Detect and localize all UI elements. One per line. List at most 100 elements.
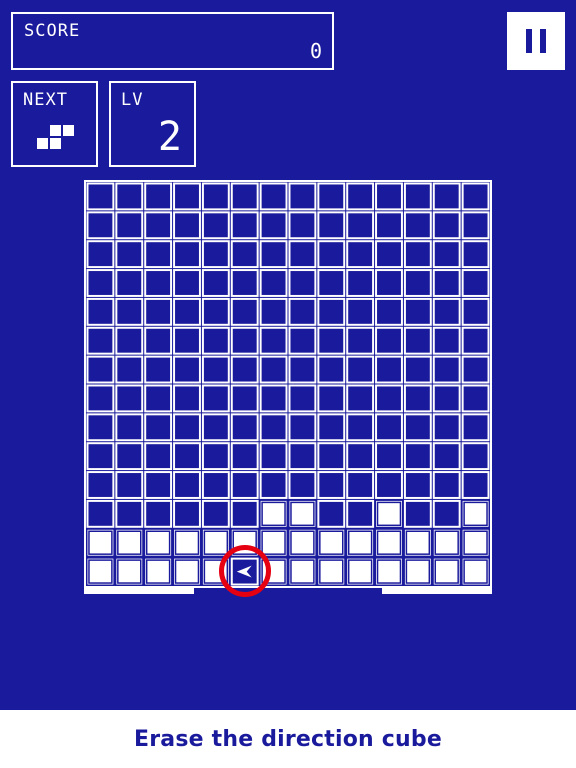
board-cell <box>115 240 144 269</box>
board-cell <box>432 355 461 384</box>
board-block-inner <box>290 559 315 584</box>
board-cell <box>173 297 201 326</box>
board-cell <box>173 269 201 297</box>
board-cell <box>201 442 230 471</box>
board-cell <box>317 297 346 326</box>
board-cell <box>144 326 173 355</box>
board-cell <box>317 182 346 211</box>
board-cell <box>288 413 317 442</box>
board-cell <box>259 413 288 442</box>
board-block-inner <box>347 559 373 584</box>
board-cell <box>201 326 230 355</box>
board-cell <box>375 297 403 326</box>
board-cell <box>115 211 144 240</box>
board-cell <box>403 240 432 269</box>
board-cell <box>432 269 461 297</box>
board-cell <box>230 471 259 499</box>
board-cell <box>346 499 375 528</box>
board-block-inner <box>117 559 142 584</box>
pause-button[interactable] <box>507 12 565 70</box>
board-block-inner <box>203 559 229 584</box>
board-cell <box>375 384 403 413</box>
board-cell <box>230 182 259 211</box>
board-cell <box>173 355 201 384</box>
board-cell <box>144 499 173 528</box>
board-cell <box>403 384 432 413</box>
board-block-inner <box>434 530 459 555</box>
board-cell <box>432 326 461 355</box>
board-cell <box>288 384 317 413</box>
next-piece-block <box>63 125 74 136</box>
board-cell <box>173 326 201 355</box>
board-cell <box>375 355 403 384</box>
board-cell <box>346 269 375 297</box>
board-cell <box>403 182 432 211</box>
board-block-inner <box>463 501 488 527</box>
board-cell <box>346 471 375 499</box>
next-piece-preview <box>37 125 77 153</box>
board-cell <box>86 211 115 240</box>
board-cell <box>201 240 230 269</box>
board-cell <box>403 355 432 384</box>
board-cell <box>432 499 461 528</box>
board-block-inner <box>261 530 286 555</box>
board-cell <box>144 442 173 471</box>
board-block-inner <box>117 530 142 555</box>
board-cell <box>259 326 288 355</box>
level-label: LV <box>121 90 144 110</box>
board-cell <box>115 355 144 384</box>
board-block-inner <box>145 530 171 555</box>
board-cell <box>259 471 288 499</box>
board-cell <box>432 297 461 326</box>
board-cell <box>230 499 259 528</box>
board-cell <box>201 211 230 240</box>
board-block-inner <box>347 530 373 555</box>
board-cell <box>115 471 144 499</box>
next-piece-block <box>50 125 61 136</box>
board-cell <box>317 240 346 269</box>
board-cell <box>230 297 259 326</box>
board-cell <box>173 182 201 211</box>
board-cell <box>375 326 403 355</box>
board-cell <box>403 297 432 326</box>
board-cell <box>403 269 432 297</box>
board-cell <box>144 182 173 211</box>
board-cell <box>317 499 346 528</box>
board-cell <box>403 499 432 528</box>
board-cell <box>173 413 201 442</box>
board-cell <box>230 413 259 442</box>
board-cell <box>201 471 230 499</box>
board-cell <box>432 182 461 211</box>
board-cell <box>173 442 201 471</box>
board-cell <box>375 442 403 471</box>
board-cell <box>432 471 461 499</box>
next-piece-panel: NEXT <box>11 81 98 167</box>
board-cell <box>86 297 115 326</box>
board-cell <box>288 211 317 240</box>
board-cell <box>115 269 144 297</box>
board-cell <box>259 384 288 413</box>
board-cell <box>173 240 201 269</box>
board-cell <box>461 297 490 326</box>
board-block-inner <box>174 559 200 584</box>
board-cell <box>288 442 317 471</box>
board-block-inner <box>405 530 431 555</box>
board-cell <box>317 384 346 413</box>
board-cell <box>375 471 403 499</box>
next-piece-block <box>37 138 48 149</box>
game-board[interactable] <box>84 180 492 588</box>
hint-bar: Erase the direction cube <box>0 710 576 768</box>
board-cell <box>432 384 461 413</box>
board-cell <box>144 211 173 240</box>
board-cell <box>317 413 346 442</box>
board-cell <box>86 240 115 269</box>
board-cell <box>201 413 230 442</box>
board-cell <box>259 297 288 326</box>
board-cell <box>317 326 346 355</box>
board-block-inner <box>463 559 488 584</box>
board-cell <box>115 413 144 442</box>
board-block-inner <box>319 530 344 555</box>
board-cell <box>230 240 259 269</box>
board-cell <box>259 211 288 240</box>
board-cell <box>288 182 317 211</box>
